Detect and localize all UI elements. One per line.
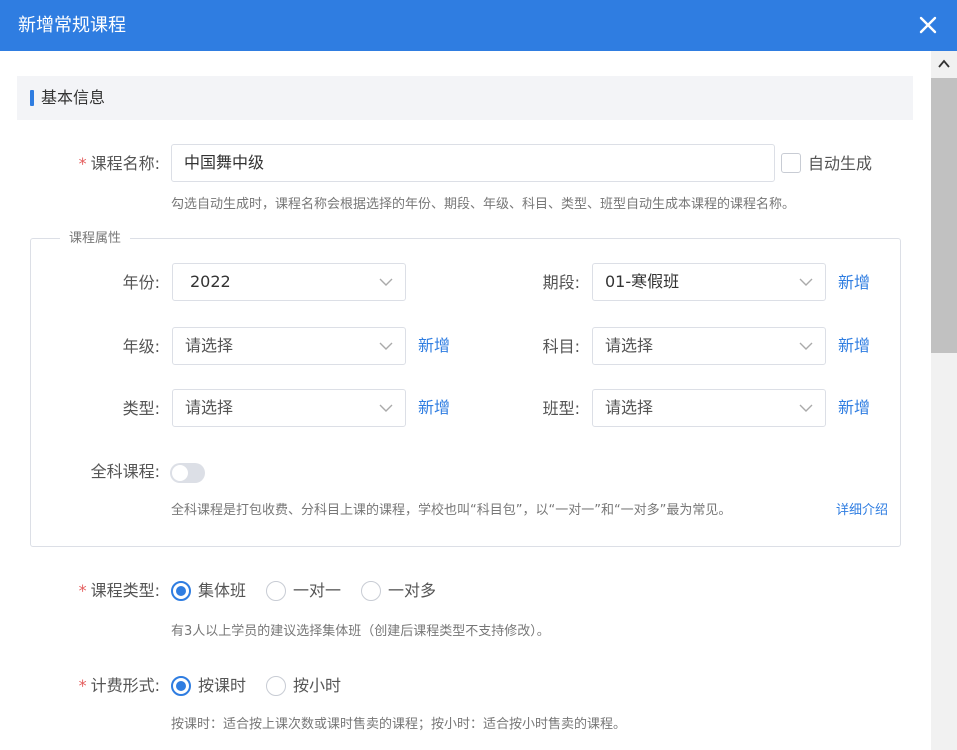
- class-type-placeholder: 请选择: [605, 398, 654, 417]
- section-title: 基本信息: [41, 88, 106, 107]
- chevron-down-icon: [379, 278, 393, 286]
- course-type-option-2-label[interactable]: 一对一: [293, 581, 341, 601]
- vertical-scrollbar[interactable]: [931, 51, 957, 750]
- dialog-body: 基本信息 * 课程名称: 中国舞中级 自动生成 勾选自动生成时，课程名称会根据选择…: [0, 51, 931, 750]
- billing-radio-per-hour[interactable]: [266, 676, 286, 696]
- subject-label: 科目:: [542, 337, 580, 356]
- required-mark: *: [78, 581, 87, 600]
- billing-option-2-label[interactable]: 按小时: [293, 676, 341, 696]
- subject-select[interactable]: 请选择: [592, 327, 826, 365]
- add-type-link[interactable]: 新增: [418, 398, 450, 418]
- year-value: 2022: [190, 272, 231, 291]
- course-type-option-3-label[interactable]: 一对多: [388, 581, 436, 601]
- period-label: 期段:: [542, 273, 580, 292]
- subject-placeholder: 请选择: [605, 336, 654, 355]
- billing-option-1-label[interactable]: 按课时: [198, 676, 246, 696]
- add-class-type-link[interactable]: 新增: [838, 398, 870, 418]
- course-type-hint: 有3人以上学员的建议选择集体班（创建后课程类型不支持修改）。: [171, 624, 550, 639]
- grade-label: 年级:: [122, 337, 160, 356]
- all-subject-label: 全科课程:: [90, 462, 160, 481]
- class-type-select[interactable]: 请选择: [592, 389, 826, 427]
- scrollbar-thumb[interactable]: [931, 78, 957, 353]
- billing-label: * 计费形式:: [78, 676, 160, 695]
- chevron-up-icon[interactable]: [937, 57, 951, 71]
- chevron-down-icon: [799, 278, 813, 286]
- course-type-radio-group[interactable]: [171, 581, 191, 601]
- chevron-down-icon: [799, 404, 813, 412]
- period-select[interactable]: 01-寒假班: [592, 263, 826, 301]
- type-select[interactable]: 请选择: [172, 389, 406, 427]
- section-header: 基本信息: [17, 76, 913, 120]
- course-name-hint: 勾选自动生成时，课程名称会根据选择的年份、期段、年级、科目、类型、班型自动生成本…: [171, 197, 796, 212]
- course-name-label: * 课程名称:: [78, 154, 160, 173]
- year-label: 年份:: [122, 273, 160, 292]
- detail-link[interactable]: 详细介绍: [836, 502, 888, 520]
- class-type-label: 班型:: [542, 399, 580, 418]
- course-type-radio-one-to-one[interactable]: [266, 581, 286, 601]
- course-name-input[interactable]: 中国舞中级: [171, 144, 775, 182]
- chevron-down-icon: [379, 342, 393, 350]
- auto-generate-label[interactable]: 自动生成: [808, 154, 872, 174]
- close-icon[interactable]: [917, 14, 939, 36]
- type-label: 类型:: [122, 399, 160, 418]
- type-placeholder: 请选择: [185, 398, 234, 417]
- all-subject-toggle[interactable]: [170, 463, 205, 483]
- course-type-option-1-label[interactable]: 集体班: [198, 581, 246, 601]
- add-grade-link[interactable]: 新增: [418, 336, 450, 356]
- year-select[interactable]: 2022: [172, 263, 406, 301]
- period-value: 01-寒假班: [605, 272, 680, 291]
- dialog-header: 新增常规课程: [0, 0, 957, 51]
- grade-placeholder: 请选择: [185, 336, 234, 355]
- billing-hint: 按课时：适合按上课次数或课时售卖的课程；按小时：适合按小时售卖的课程。: [171, 717, 627, 732]
- chevron-down-icon: [799, 342, 813, 350]
- add-subject-link[interactable]: 新增: [838, 336, 870, 356]
- required-mark: *: [78, 676, 87, 695]
- required-mark: *: [78, 154, 87, 173]
- auto-generate-checkbox[interactable]: [781, 153, 801, 173]
- course-type-radio-one-to-many[interactable]: [361, 581, 381, 601]
- course-attributes-legend: 课程属性: [60, 231, 131, 247]
- dialog-title: 新增常规课程: [18, 15, 126, 36]
- course-type-label: * 课程类型:: [78, 581, 160, 600]
- chevron-down-icon: [379, 404, 393, 412]
- billing-radio-per-lesson[interactable]: [171, 676, 191, 696]
- toggle-knob: [172, 465, 188, 481]
- add-period-link[interactable]: 新增: [838, 273, 870, 293]
- grade-select[interactable]: 请选择: [172, 327, 406, 365]
- section-accent-bar: [30, 90, 34, 106]
- all-subject-hint: 全科课程是打包收费、分科目上课的课程，学校也叫“科目包”，以“一对一”和“一对多…: [171, 503, 732, 518]
- course-name-value: 中国舞中级: [184, 153, 265, 172]
